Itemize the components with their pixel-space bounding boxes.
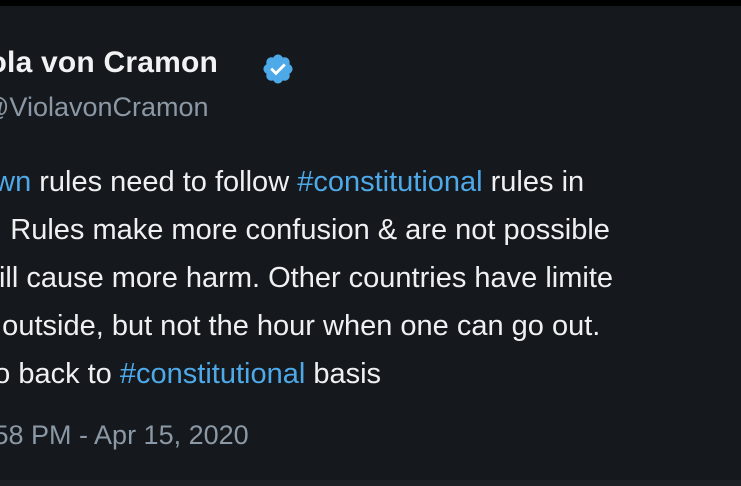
tweet-text-line: d outside, but not the hour when one can… xyxy=(0,302,741,350)
tweet-timestamp[interactable]: :58 PM - Apr 15, 2020 xyxy=(0,420,249,451)
hashtag-link[interactable]: #constitutional xyxy=(297,166,482,198)
hashtag-link[interactable]: #constitutional xyxy=(120,358,305,390)
tweet-text-segment: . Rules make more confusion & are not po… xyxy=(0,214,610,246)
top-divider xyxy=(0,0,741,6)
author-handle[interactable]: @ViolavonCramon xyxy=(0,92,209,123)
tweet-text-segment: rules in xyxy=(482,166,585,198)
handle-text: ViolavonCramon xyxy=(9,92,209,122)
tweet-text-segment: go back to xyxy=(0,358,112,390)
verified-badge-icon xyxy=(263,54,293,84)
tweet-text-line: will cause more harm. Other countries ha… xyxy=(0,254,741,302)
tweet-text-segment: basis xyxy=(305,358,382,390)
hashtag-link[interactable]: own xyxy=(0,166,31,198)
tweet-text-line: go back to #constitutional basis xyxy=(0,350,741,398)
tweet-text-line: own rules need to follow #constitutional… xyxy=(0,158,741,206)
tweet-text: own rules need to follow #constitutional… xyxy=(0,158,741,398)
tweet-text-segment: d outside, but not the hour when one can… xyxy=(0,310,601,342)
at-symbol: @ xyxy=(0,92,9,122)
author-name[interactable]: iola von Cramon xyxy=(0,46,218,80)
bottom-divider xyxy=(0,480,741,486)
tweet-card: iola von Cramon @ViolavonCramon own rule… xyxy=(0,0,741,486)
tweet-text-segment: will cause more harm. Other countries ha… xyxy=(0,262,614,294)
tweet-text-segment: rules need to follow xyxy=(31,166,298,198)
tweet-text-line: o. Rules make more confusion & are not p… xyxy=(0,206,741,254)
